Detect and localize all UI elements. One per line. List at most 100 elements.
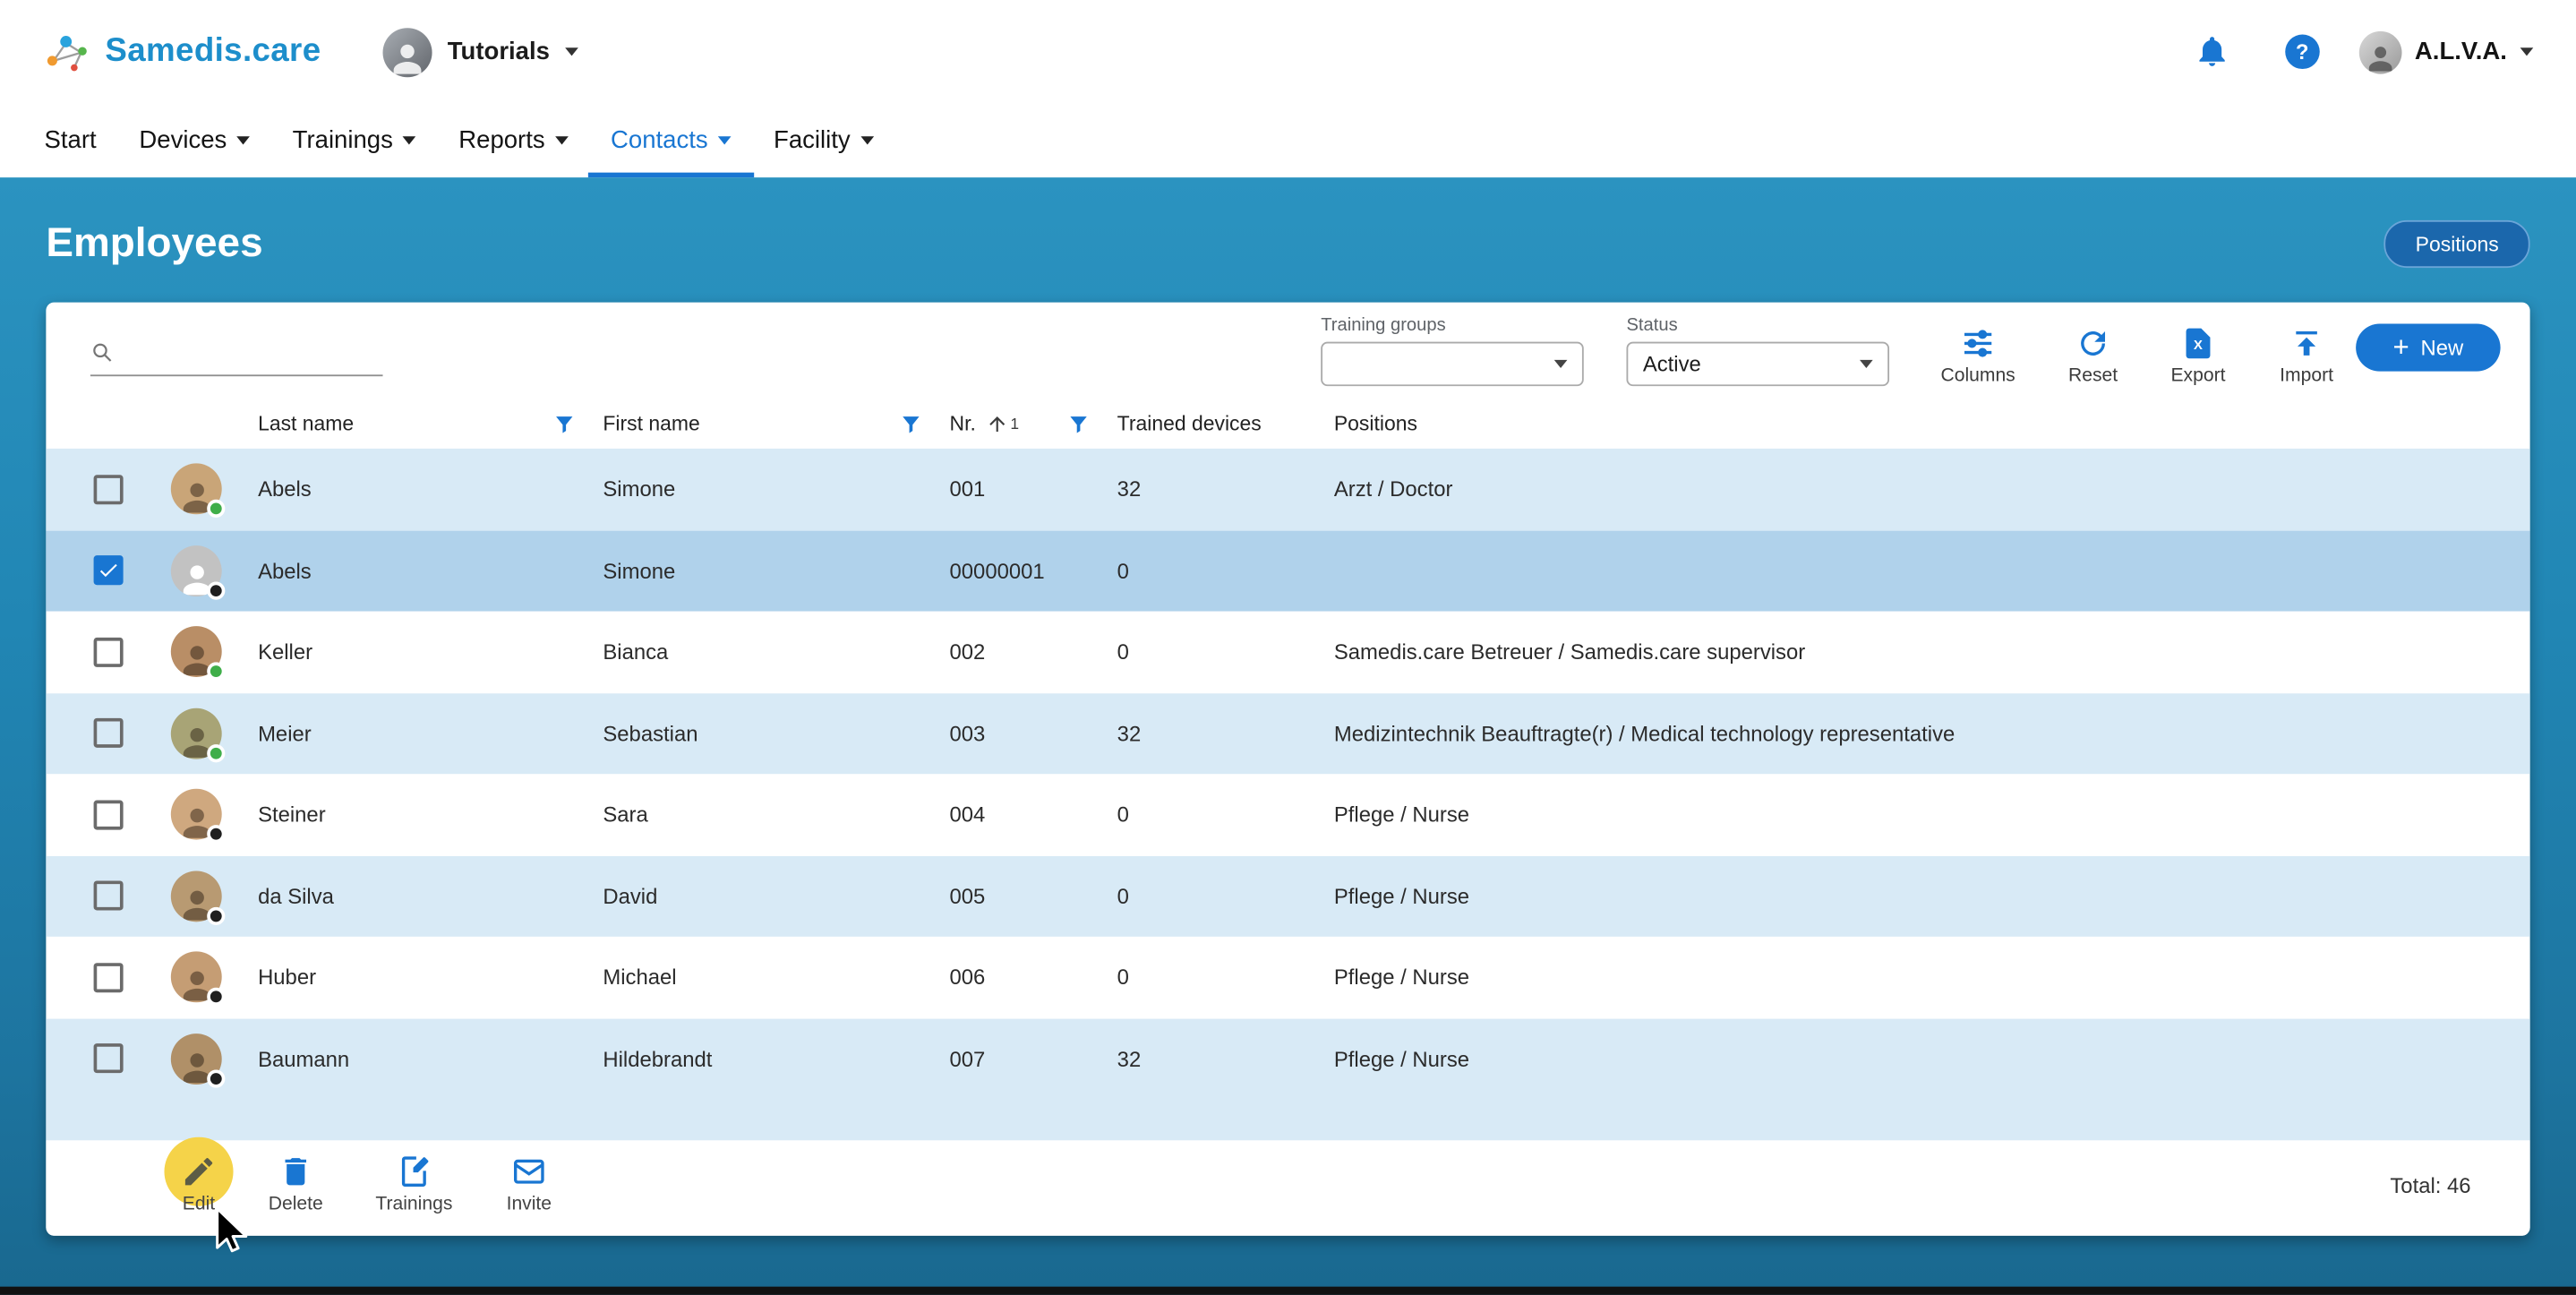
- cell-positions: Medizintechnik Beauftragte(r) / Medical …: [1334, 721, 2530, 746]
- chevron-down-icon: [564, 47, 578, 56]
- brand[interactable]: Samedis.care: [43, 29, 321, 74]
- nav-item-trainings[interactable]: Trainings: [293, 104, 416, 178]
- cell-last-name: Meier: [258, 721, 603, 746]
- nav-label: Start: [45, 126, 97, 154]
- reset-button-label: Reset: [2068, 366, 2118, 386]
- nav-item-devices[interactable]: Devices: [139, 104, 250, 178]
- employees-page: Employees Positions Training groups Stat…: [0, 177, 2576, 1295]
- chevron-down-icon: [1860, 360, 1873, 368]
- cell-trained-devices: 0: [1117, 884, 1334, 909]
- trash-icon: [278, 1153, 313, 1189]
- table-row[interactable]: Baumann Hildebrandt 007 32 Pflege / Nurs…: [46, 1018, 2529, 1100]
- avatar: [171, 1033, 222, 1085]
- table-row[interactable]: Abels Simone 00000001 0: [46, 530, 2529, 612]
- cell-nr: 00000001: [950, 558, 1117, 583]
- cell-first-name: David: [603, 884, 949, 909]
- search-input[interactable]: [127, 337, 382, 366]
- row-avatar-cell: [171, 627, 258, 678]
- row-checkbox[interactable]: [94, 800, 124, 829]
- user-avatar: [2359, 30, 2402, 73]
- cell-nr: 001: [950, 477, 1117, 502]
- columns-sliders-icon: [1960, 325, 1996, 361]
- cell-nr: 004: [950, 802, 1117, 828]
- column-header-last-name[interactable]: Last name: [258, 412, 603, 437]
- cell-last-name: Keller: [258, 639, 603, 665]
- column-header-positions[interactable]: Positions: [1334, 413, 2530, 436]
- nav-label: Contacts: [611, 126, 708, 154]
- delete-button[interactable]: Delete: [244, 1153, 348, 1214]
- chevron-down-icon: [555, 136, 569, 144]
- row-avatar-cell: [171, 789, 258, 840]
- reset-button[interactable]: Reset: [2041, 325, 2145, 386]
- tutorials-label: Tutorials: [448, 38, 550, 65]
- row-checkbox[interactable]: [94, 881, 124, 911]
- new-button-label: New: [2421, 335, 2464, 360]
- positions-button[interactable]: Positions: [2384, 220, 2530, 268]
- person-icon: [389, 37, 428, 76]
- filter-icon[interactable]: [1066, 412, 1091, 437]
- filter-icon[interactable]: [552, 412, 577, 437]
- notifications-bell-icon[interactable]: [2195, 35, 2229, 70]
- status-dot: [207, 1069, 225, 1087]
- column-header-nr[interactable]: Nr. 1: [950, 412, 1117, 437]
- status-select[interactable]: Active: [1626, 342, 1889, 387]
- row-checkbox-cell: [46, 637, 170, 666]
- cell-positions: Pflege / Nurse: [1334, 884, 2530, 909]
- table-row[interactable]: da Silva David 005 0 Pflege / Nurse: [46, 855, 2529, 937]
- invite-button[interactable]: Invite: [476, 1153, 581, 1214]
- help-icon[interactable]: ?: [2285, 35, 2320, 70]
- row-checkbox-cell: [46, 718, 170, 748]
- table-row[interactable]: Steiner Sara 004 0 Pflege / Nurse: [46, 774, 2529, 855]
- table-row[interactable]: Keller Bianca 002 0 Samedis.care Betreue…: [46, 612, 2529, 693]
- filter-icon[interactable]: [899, 412, 924, 437]
- user-menu[interactable]: A.L.V.A.: [2359, 30, 2534, 73]
- row-checkbox[interactable]: [94, 637, 124, 666]
- cell-last-name: Baumann: [258, 1046, 603, 1071]
- column-header-first-name[interactable]: First name: [603, 412, 949, 437]
- avatar: [171, 952, 222, 1003]
- row-avatar-cell: [171, 464, 258, 515]
- cell-first-name: Bianca: [603, 639, 949, 665]
- nav-item-reports[interactable]: Reports: [458, 104, 568, 178]
- cell-last-name: da Silva: [258, 884, 603, 909]
- nav-item-facility[interactable]: Facility: [774, 104, 873, 178]
- search-box: [90, 329, 383, 376]
- new-button[interactable]: + New: [2356, 323, 2500, 371]
- row-checkbox[interactable]: [94, 475, 124, 504]
- table-row[interactable]: Huber Michael 006 0 Pflege / Nurse: [46, 937, 2529, 1018]
- row-avatar-cell: [171, 708, 258, 759]
- export-button-label: Export: [2170, 366, 2225, 386]
- cell-positions: Pflege / Nurse: [1334, 1046, 2530, 1071]
- trainings-button[interactable]: Trainings: [362, 1153, 466, 1214]
- page-title: Employees: [46, 220, 262, 268]
- columns-button[interactable]: Columns: [1925, 325, 2030, 386]
- row-checkbox[interactable]: [94, 556, 124, 586]
- tutorials-menu[interactable]: Tutorials: [383, 27, 578, 76]
- employees-card: Training groups Status Active Colum: [46, 303, 2529, 1236]
- edit-button[interactable]: Edit: [146, 1153, 251, 1214]
- row-checkbox[interactable]: [94, 1044, 124, 1074]
- top-bar: Samedis.care Tutorials ? A.L.V.A.: [0, 0, 2576, 104]
- import-button[interactable]: Import: [2254, 325, 2358, 386]
- column-header-trained-devices[interactable]: Trained devices: [1117, 413, 1334, 436]
- export-button[interactable]: X Export: [2145, 325, 2250, 386]
- training-groups-select[interactable]: [1321, 342, 1584, 387]
- row-checkbox[interactable]: [94, 718, 124, 748]
- column-label: Nr.: [950, 413, 976, 436]
- export-excel-icon: X: [2180, 325, 2216, 361]
- chevron-down-icon: [860, 136, 874, 144]
- cell-trained-devices: 0: [1117, 802, 1334, 828]
- row-checkbox[interactable]: [94, 963, 124, 992]
- table-row[interactable]: Abels Simone 001 32 Arzt / Doctor: [46, 449, 2529, 530]
- check-icon: [97, 559, 120, 582]
- nav-item-start[interactable]: Start: [45, 104, 97, 178]
- avatar: [171, 870, 222, 922]
- table-header: Last name First name Nr. 1 Tra: [46, 399, 2529, 449]
- row-avatar-cell: [171, 952, 258, 1003]
- nav-item-contacts[interactable]: Contacts: [611, 104, 731, 178]
- avatar: [171, 545, 222, 596]
- cell-trained-devices: 0: [1117, 965, 1334, 990]
- table-row[interactable]: Meier Sebastian 003 32 Medizintechnik Be…: [46, 692, 2529, 774]
- user-name: A.L.V.A.: [2415, 38, 2507, 65]
- edit-button-label: Edit: [183, 1195, 215, 1214]
